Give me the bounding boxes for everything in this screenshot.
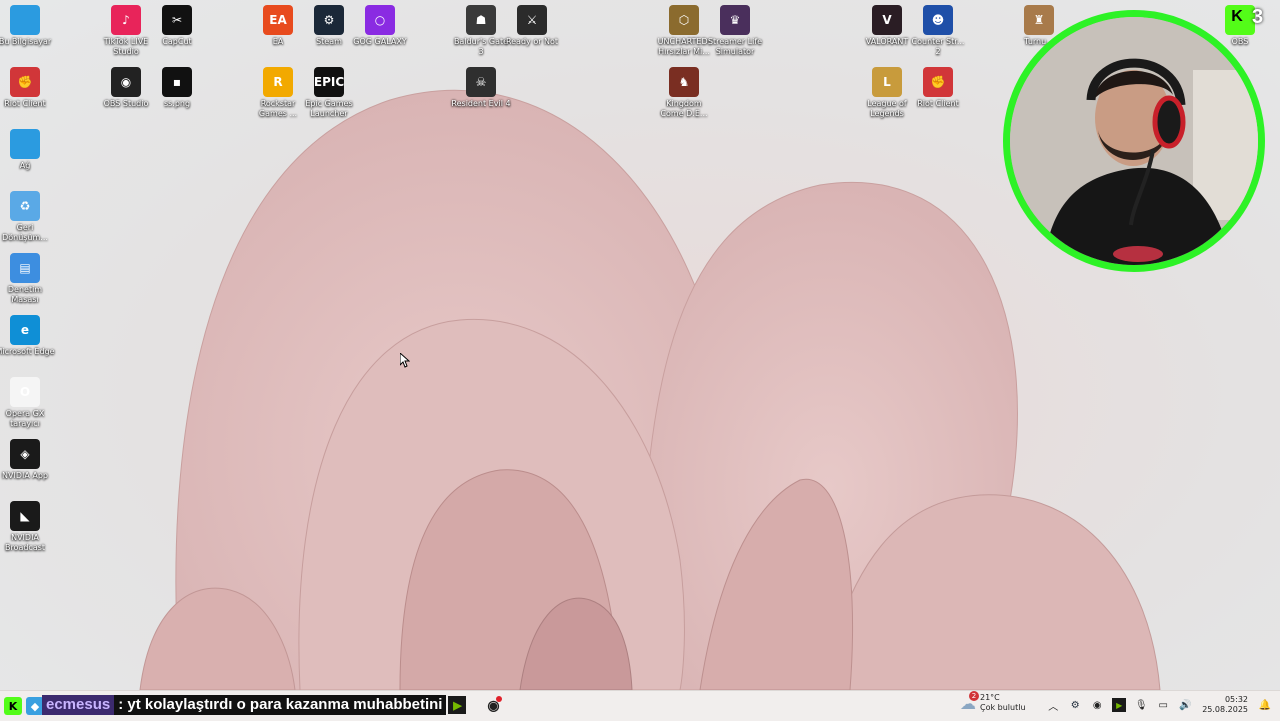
desktop-icon[interactable]: ◣ NVIDIA Broadcast (0, 501, 55, 553)
streamer-webcam-feed (1010, 17, 1258, 265)
desktop-icon-label: Geri Dönüşüm... (2, 223, 48, 242)
opera-gx-icon: O (10, 377, 40, 407)
desktop-icon-label: Counter Str... 2 (911, 37, 965, 56)
speaker-icon[interactable]: 🔊 (1178, 698, 1192, 712)
gog-icon: ○ (365, 5, 395, 35)
chevron-up-icon[interactable]: ︿ (1046, 698, 1060, 713)
capcut-icon: ✂ (162, 5, 192, 35)
clock-time: 05:32 (1224, 695, 1248, 704)
obs-icon: ◉ (111, 67, 141, 97)
baldurs-gate-icon: ☗ (466, 5, 496, 35)
desktop-icon[interactable]: ☠ Resident Evil 4 (451, 67, 511, 109)
mouse-cursor-icon (400, 353, 410, 368)
league-icon: L (872, 67, 902, 97)
desktop-icon-label: Riot Client (917, 99, 959, 108)
steam-icon: ⚙ (314, 5, 344, 35)
microphone-icon[interactable]: 🎙 (1134, 698, 1148, 712)
riot-client-icon: ✊ (923, 67, 953, 97)
desktop-icon[interactable]: ▤ Denetim Masası (0, 253, 55, 305)
epic-games-icon: EPIC (314, 67, 344, 97)
desktop-icon-label: Bu Bilgisayar (0, 37, 52, 46)
weather-desc: Çok bulutlu (980, 703, 1026, 712)
network-icon (10, 129, 40, 159)
desktop-icon[interactable]: ♞ Kingdom Come D.E... (654, 67, 714, 119)
desktop-icon-label: Ağ (19, 161, 31, 170)
desktop-icon-label: Ready or Not (505, 37, 559, 46)
desktop-icon-label: Riot Client (4, 99, 46, 108)
network-tray-icon[interactable]: ▭ (1156, 698, 1170, 712)
desktop-icon[interactable]: ⚔ Ready or Not (502, 5, 562, 47)
image-file-icon: ▪ (162, 67, 192, 97)
desktop-icon-label: Opera GX tarayıcı (5, 409, 45, 428)
resident-evil-icon: ☠ (466, 67, 496, 97)
clock-date: 25.08.2025 (1202, 705, 1248, 714)
recording-dot-icon (496, 696, 503, 702)
desktop-icon-label: NVIDIA App (2, 471, 48, 480)
weather-badge: 2 (969, 690, 979, 701)
counter-strike-icon: ☻ (923, 5, 953, 35)
weather-widget[interactable]: ☁ 2 21°C Çok bulutlu (960, 690, 1026, 713)
desktop-icon[interactable]: e Microsoft Edge (0, 315, 55, 357)
recycle-bin-icon: ♻ (10, 191, 40, 221)
desktop-icon[interactable]: Ağ (0, 129, 55, 171)
desktop-icon[interactable]: ✊ Riot Client (0, 67, 55, 109)
edge-icon: e (10, 315, 40, 345)
system-tray: ︿ ⚙ ◉ ▶ 🎙 ▭ 🔊 05:32 25.08.2025 🔔 (1042, 690, 1280, 720)
cloud-icon: ☁ 2 (960, 690, 979, 713)
desktop-icon[interactable]: ✂ CapCut (147, 5, 207, 47)
desktop-icon-label: Epic Games Launcher (305, 99, 353, 118)
desktop-icon[interactable]: ○ GOG GALAXY (350, 5, 410, 47)
notification-bell-icon[interactable]: 🔔 (1258, 698, 1272, 712)
chat-username: ecmesus (42, 695, 115, 715)
desktop-icon-label: Streamer Life Simulator (707, 37, 763, 56)
riot-client-icon: ✊ (10, 67, 40, 97)
desktop-icon-label: CapCut (162, 37, 192, 46)
desktop-icon[interactable]: ✊ Riot Client (908, 67, 968, 109)
rockstar-icon: R (263, 67, 293, 97)
desktop-icon[interactable]: ♻ Geri Dönüşüm... (0, 191, 55, 243)
obs-tray-icon[interactable]: ◉ (1090, 698, 1104, 712)
desktop-icon[interactable]: O Opera GX tarayıcı (0, 377, 55, 429)
computer-icon (10, 5, 40, 35)
nvidia-tray-icon[interactable]: ▶ (1112, 698, 1127, 712)
desktop-icon[interactable]: ☻ Counter Str... 2 (908, 5, 968, 57)
desktop-icon-label: Microsoft Edge (0, 347, 55, 356)
desktop-icon-label: Resident Evil 4 (451, 99, 511, 108)
weather-temp: 21°C (980, 693, 1000, 702)
nvidia-icon: ◈ (10, 439, 40, 469)
chat-overlay: ecmesus : yt kolaylaştırdı o para kazanm… (42, 695, 503, 715)
desktop-icon[interactable]: ▪ ss.png (147, 67, 207, 109)
kingdom-come-icon: ♞ (669, 67, 699, 97)
desktop-icon-label: Kingdom Come D.E... (660, 99, 708, 118)
desktop-icon[interactable]: EPIC Epic Games Launcher (299, 67, 359, 119)
desktop-icon[interactable]: ♛ Streamer Life Simulator (705, 5, 765, 57)
ea-icon: EA (263, 5, 293, 35)
ready-or-not-icon: ⚔ (517, 5, 547, 35)
desktop-icon-label: ss.png (163, 99, 191, 108)
obs-taskbar-icon[interactable]: ◉ (484, 696, 503, 714)
nvidia-broadcast-icon: ◣ (10, 501, 40, 531)
valorant-icon: V (872, 5, 902, 35)
desktop-icon[interactable]: ◈ NVIDIA App (0, 439, 55, 481)
desktop-icon-label: GOG GALAXY (353, 37, 407, 46)
nvidia-broadcast-taskbar-icon[interactable]: ▶ (448, 696, 467, 714)
uncharted-icon: ⬡ (669, 5, 699, 35)
webcam-overlay (1003, 10, 1265, 272)
tiktok-icon: ♪ (111, 5, 141, 35)
control-panel-icon: ▤ (10, 253, 40, 283)
desktop-icon-label: Denetim Masası (7, 285, 43, 304)
desktop-icon[interactable]: Bu Bilgisayar (0, 5, 55, 47)
streamer-life-icon: ♛ (720, 5, 750, 35)
kick-taskbar-button[interactable]: K (4, 697, 22, 715)
desktop-icon-label: NVIDIA Broadcast (4, 533, 46, 552)
steam-tray-icon[interactable]: ⚙ (1068, 698, 1082, 712)
clock[interactable]: 05:32 25.08.2025 (1202, 695, 1248, 715)
chat-message: : yt kolaylaştırdı o para kazanma muhabb… (114, 695, 447, 715)
